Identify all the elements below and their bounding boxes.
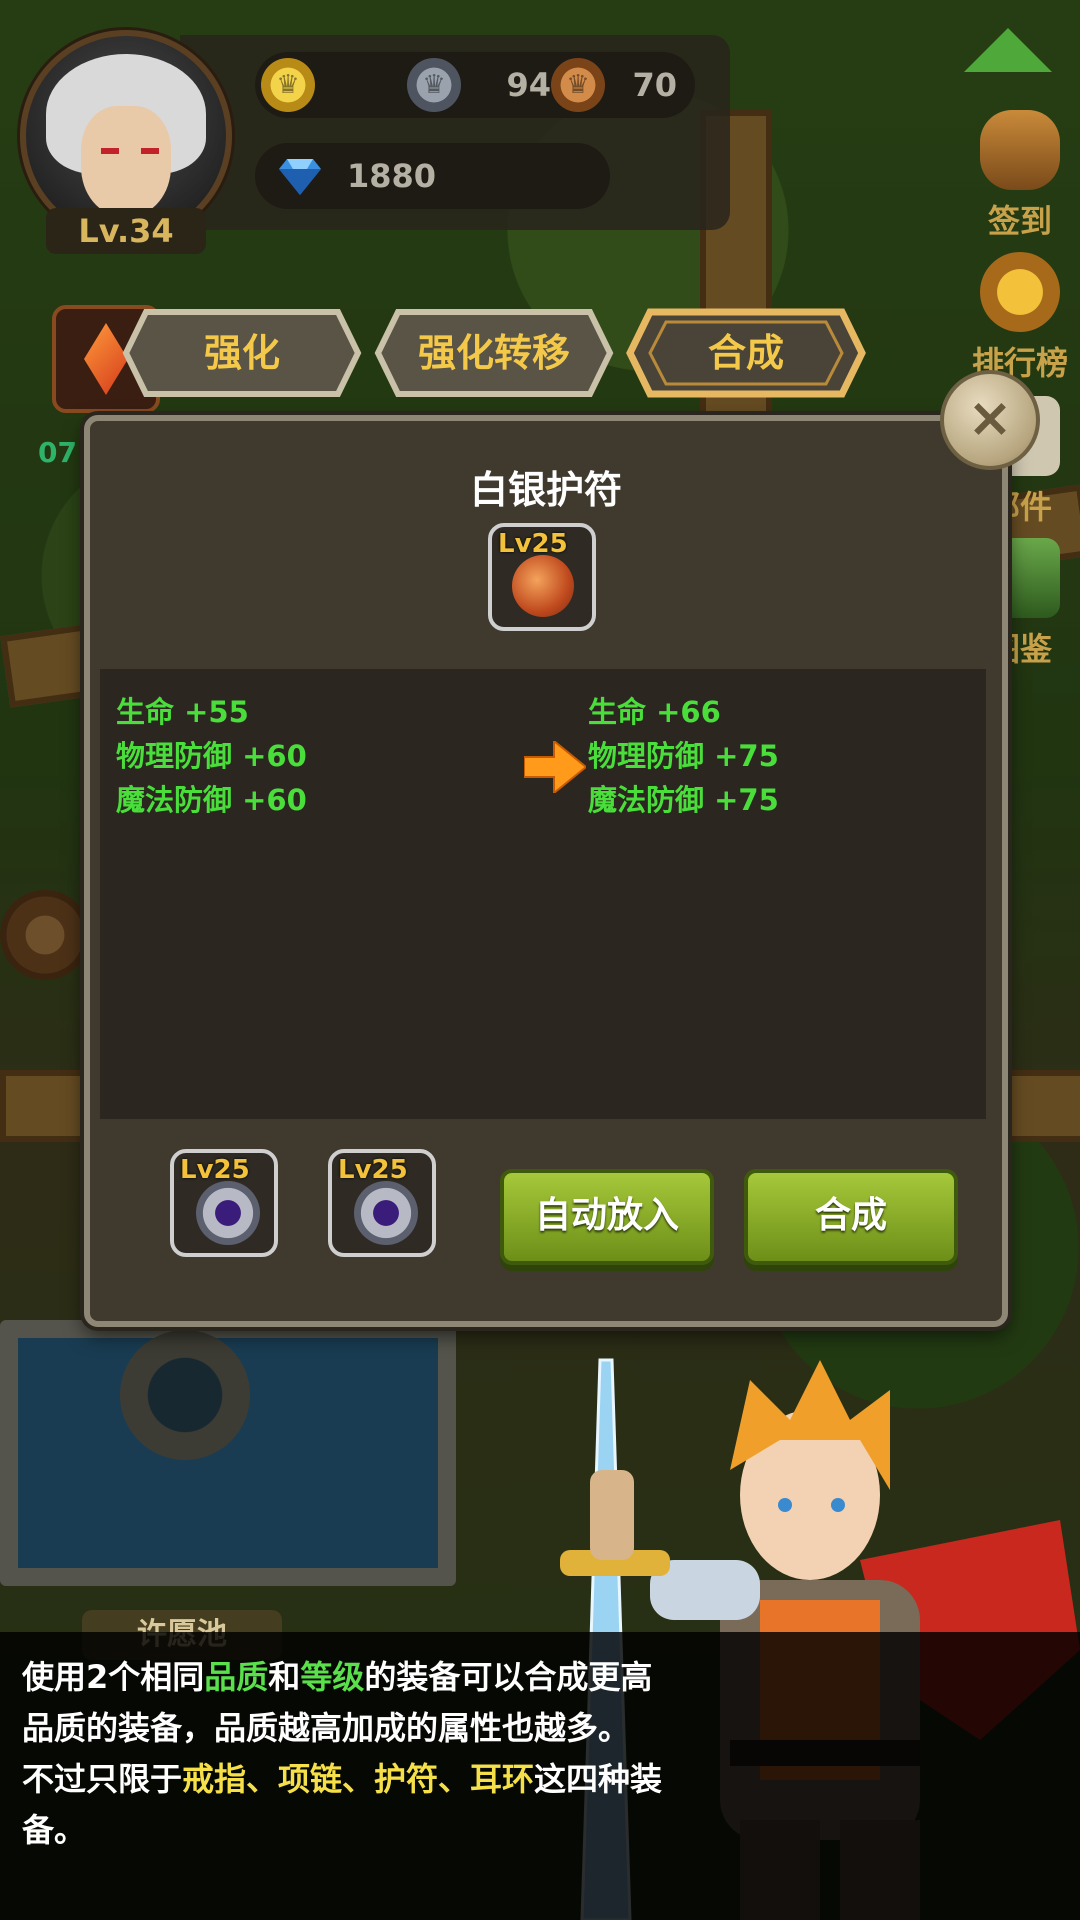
tab-combine[interactable]: 合成 [626,308,866,398]
tutorial-segment: 和 [268,1658,301,1696]
diamond-resources: 1880 [255,143,610,209]
item-title: 白银护符 [469,468,622,512]
coin-resources: ♛ 0 ♛ 94 ♛ 70 [255,52,695,118]
combine-panel: 白银护符 Lv25 生命 +55 物理防御 +60 魔法防御 +60 生命 +6… [84,415,1008,1327]
tutorial-segment: 不过只限于 [22,1760,183,1798]
tutorial-segment: 使用2个相同 [22,1658,205,1696]
medal-icon [980,252,1060,332]
hourglass-icon [980,110,1060,190]
tab-label: 强化 [203,331,280,375]
avatar-eye [101,148,119,154]
tab-label: 合成 [707,331,784,375]
event-timer: 07 [38,436,77,469]
side-item-leaderboard[interactable]: 排行榜 [960,252,1080,384]
tutorial-segment: 品质 [204,1658,269,1696]
material-slot[interactable]: Lv25 [328,1149,436,1257]
side-item-label: 签到 [987,202,1052,240]
item-level: Lv25 [498,529,568,559]
tab-label: 强化转移 [417,331,570,375]
tutorial-segment: 等级 [300,1658,365,1696]
ring-icon [196,1181,260,1245]
arrow-right-icon [524,741,586,793]
bronze-count: 70 [632,66,677,104]
next-stat: 生命 +66 [588,695,721,729]
tab-enhance-transfer[interactable]: 强化转移 [374,308,614,398]
tab-enhance[interactable]: 强化 [122,308,362,398]
side-item-sign-in[interactable]: 签到 [960,110,1080,242]
item-level: Lv25 [180,1155,250,1185]
amulet-icon [512,555,574,617]
tutorial-segment: 戒指、项链、护符、耳环 [182,1760,535,1798]
tutorial-text: 使用2个相同品质和等级的装备可以合成更高品质的装备，品质越高加成的属性也越多。不… [22,1652,682,1856]
gold-crown-coin-icon: ♛ [261,58,315,112]
close-button[interactable]: × [940,370,1040,470]
silver-count: 94 [506,66,551,104]
stats-comparison: 生命 +55 物理防御 +60 魔法防御 +60 生命 +66 物理防御 +75… [100,669,986,1119]
diamond-count: 1880 [347,157,437,195]
diamond-icon [277,153,323,199]
ring-icon [354,1181,418,1245]
item-level: Lv25 [338,1155,408,1185]
next-stat: 魔法防御 +75 [588,783,779,817]
combine-button[interactable]: 合成 [744,1169,958,1265]
avatar-face [81,106,171,216]
auto-fill-button[interactable]: 自动放入 [500,1169,714,1265]
silver-crown-coin-icon: ♛ [407,58,461,112]
bronze-crown-coin-icon: ♛ [551,58,605,112]
material-slot[interactable]: Lv25 [170,1149,278,1257]
current-stat: 物理防御 +60 [116,739,307,773]
avatar-eye [141,148,159,154]
player-level: Lv.34 [46,208,206,254]
current-stat: 魔法防御 +60 [116,783,307,817]
result-item-slot[interactable]: Lv25 [488,523,596,631]
current-stat: 生命 +55 [116,695,249,729]
collapse-arrow-icon[interactable] [964,28,1052,72]
next-stat: 物理防御 +75 [588,739,779,773]
